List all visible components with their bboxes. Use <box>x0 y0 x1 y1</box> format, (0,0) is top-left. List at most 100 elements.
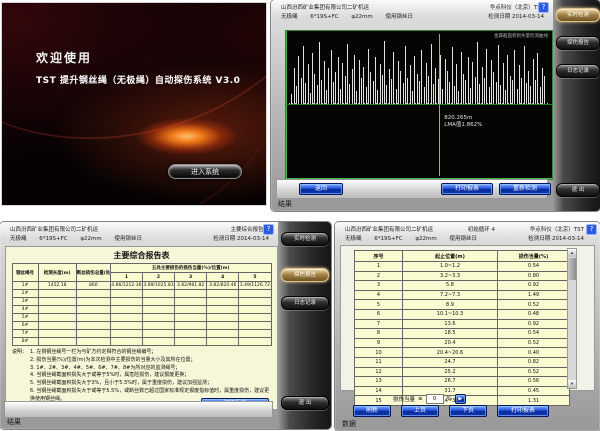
detect-date-text: 检测日期 2014-03-14 <box>528 235 584 244</box>
table-row[interactable]: 3# <box>12 298 271 306</box>
chart-bar <box>305 83 306 103</box>
table-row[interactable]: 47.2~7.31.49 <box>355 290 570 300</box>
table-cell <box>207 290 239 298</box>
table-row[interactable]: 35.80.92 <box>355 281 570 291</box>
chart-bar <box>463 74 464 103</box>
chart-bar <box>479 84 480 103</box>
chart-bar <box>393 52 394 103</box>
report-window: 山西汾西矿业集团有限公司二矿机运 主要综合报告表 无极绳 6*19S+FC φ2… <box>0 222 331 429</box>
rope-structure-text: 6*19S+FC <box>310 14 338 20</box>
menu-report-button[interactable]: 探伤报告 <box>556 36 600 50</box>
table-cell <box>239 322 271 330</box>
sub-col-header: 5 <box>239 273 271 282</box>
scroll-thumb[interactable] <box>568 258 576 280</box>
filter-value-input[interactable] <box>426 394 444 404</box>
table-row[interactable]: 2# <box>12 290 271 298</box>
rope-diameter-text: φ22mm <box>80 236 101 242</box>
chart-bar <box>493 72 494 103</box>
next-page-button[interactable]: 下页 <box>449 405 487 417</box>
table-cell <box>76 290 110 298</box>
table-row[interactable]: 58.90.52 <box>355 300 570 310</box>
table-cell: 4 <box>355 290 403 300</box>
prev-page-button[interactable]: 上页 <box>401 405 439 417</box>
help-icon[interactable]: ? <box>587 225 596 234</box>
table-cell: 12 <box>355 367 403 377</box>
table-row[interactable]: 4# <box>12 306 271 314</box>
chart-bar <box>447 71 448 104</box>
enter-system-button[interactable]: 进入系统 <box>168 164 242 179</box>
menu-report-button[interactable]: 探伤报告 <box>281 268 329 282</box>
chart-bar <box>498 45 499 104</box>
note-line: 2. 损伤当量(%)/位置(m)为本次检测中主要损伤的当量大小及其所在位置； <box>12 357 273 365</box>
menu-log-button[interactable]: 日志记录 <box>556 64 600 78</box>
table-cell: 11 <box>355 357 403 367</box>
menu-log-button[interactable]: 日志记录 <box>281 296 329 310</box>
chart-bar <box>477 42 478 103</box>
welcome-text: 欢迎使用 <box>36 49 92 66</box>
chart-bar <box>475 77 476 104</box>
table-row[interactable]: 5# <box>12 314 271 322</box>
table-cell <box>38 322 76 330</box>
table-row[interactable]: 1326.70.56 <box>355 377 570 387</box>
table-cell: 3# <box>12 298 38 306</box>
table-row[interactable]: 23.2~3.30.80 <box>355 271 570 281</box>
table-cell <box>175 306 207 314</box>
table-row[interactable]: 1#1452.188604.86/1212.363.89/1025.833.82… <box>12 282 271 290</box>
table-cell: 6# <box>12 322 38 330</box>
table-scrollbar[interactable]: ▲ ▼ <box>567 248 577 389</box>
table-row[interactable]: 818.50.54 <box>355 329 570 339</box>
chart-bar <box>296 86 297 104</box>
table-row[interactable]: 610.1~10.30.48 <box>355 309 570 319</box>
sub-col-header: 3 <box>175 273 207 282</box>
company-text: 山西汾西矿业集团有限公司二矿机运 <box>281 4 369 13</box>
scroll-down-button[interactable]: ▼ <box>568 380 576 388</box>
table-cell <box>175 298 207 306</box>
table-row[interactable]: 1020.4~20.60.40 <box>355 348 570 358</box>
table-cell <box>38 314 76 322</box>
chart-bar <box>308 64 309 103</box>
table-row[interactable]: 6# <box>12 322 271 330</box>
filter-unit: % <box>447 396 452 402</box>
note-line: 4. 当钢丝绳截面积损失大于或等于5%时，属危险损伤，建议报废更换； <box>12 372 273 380</box>
chart-bar <box>468 57 469 103</box>
chart-bar <box>452 47 453 104</box>
scroll-up-button[interactable]: ▲ <box>568 249 576 257</box>
table-row[interactable]: 713.60.92 <box>355 319 570 329</box>
chart-cursor-line[interactable] <box>439 34 440 176</box>
apply-filter-button[interactable]: ▶ <box>455 394 466 404</box>
table-row[interactable]: 7# <box>12 330 271 338</box>
table-cell: 860 <box>76 282 110 290</box>
table-cell: 0.40 <box>498 348 570 358</box>
table-row[interactable]: 1225.20.52 <box>355 367 570 377</box>
chart-bar <box>386 85 387 103</box>
table-row[interactable]: 920.40.52 <box>355 338 570 348</box>
help-icon[interactable]: ? <box>539 3 548 12</box>
col-equiv-header: 损伤当量(%) <box>498 251 570 262</box>
exit-button[interactable]: 退 出 <box>556 183 600 197</box>
refresh-button[interactable]: 刷新 <box>353 405 391 417</box>
menu-realtime-button[interactable]: 实时检测 <box>556 8 600 22</box>
table-row[interactable]: 8# <box>12 338 271 346</box>
table-cell: 1 <box>355 262 403 272</box>
chart-bar <box>533 59 534 104</box>
damage-table: 序号 起止位置(m) 损伤当量(%) 11.0~1.20.5423.2~3.30… <box>354 250 570 406</box>
table-cell: 0.92 <box>498 281 570 291</box>
help-icon[interactable]: ? <box>264 225 273 234</box>
chart-bar <box>414 56 415 104</box>
table-cell: 20.4 <box>403 338 498 348</box>
back-button[interactable]: 返回 <box>299 183 343 195</box>
restart-detect-button[interactable]: 重新检测 <box>499 183 551 195</box>
print-report-button[interactable]: 打印报表 <box>497 405 549 417</box>
print-report-button[interactable]: 打印报表 <box>441 183 493 195</box>
table-cell <box>110 290 142 298</box>
exit-button[interactable]: 退 出 <box>281 396 329 410</box>
table-row[interactable]: 1124.70.82 <box>355 357 570 367</box>
table-cell <box>110 330 142 338</box>
chart-bar <box>366 87 367 104</box>
table-cell: 18.5 <box>403 329 498 339</box>
table-cell: 3.82/820.46 <box>207 282 239 290</box>
chart-cursor-annotation: 820.265m LMA值1.862% <box>444 115 482 129</box>
col-index-header: 序号 <box>355 251 403 262</box>
table-row[interactable]: 11.0~1.20.54 <box>355 262 570 272</box>
menu-realtime-button[interactable]: 实时检测 <box>281 232 329 246</box>
